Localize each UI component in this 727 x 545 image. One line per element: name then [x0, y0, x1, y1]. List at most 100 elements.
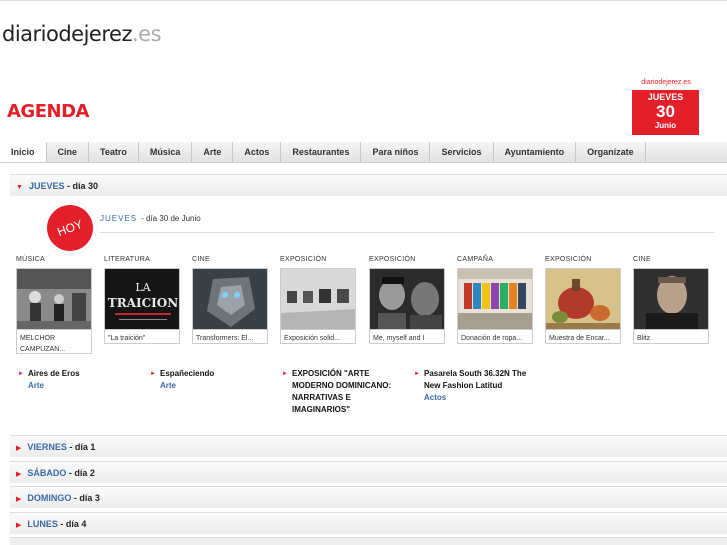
event-title[interactable]: ► Pasarela South 36.32N The New Fashion L… — [414, 368, 539, 392]
card-caption[interactable]: Transformers: El... — [192, 330, 268, 344]
card-item[interactable]: MÚSICA MELCHOR CAMPUZAN... — [16, 256, 94, 354]
day-number: - día 1 — [66, 442, 96, 452]
day-number: - día 4 — [57, 519, 87, 529]
event-title-text: EXPOSICIÓN "ARTE MODERNO DOMINICANO: NAR… — [292, 369, 392, 412]
date-widget-site: diariodejerez.es — [641, 79, 691, 86]
logo-main-text: diariodejerez — [2, 22, 132, 46]
tab-cine[interactable]: Cine — [47, 142, 90, 162]
day-row-sabado[interactable]: ▶ SÁBADO - día 2 — [10, 461, 727, 483]
today-date-line: JUEVES - día 30 de Junio — [100, 214, 714, 233]
card-category: CINE — [192, 256, 210, 263]
events-list: ► Aires de Eros Arte ► Españeciendo Arte ►… — [18, 368, 578, 412]
card-category: EXPOSICIÓN — [280, 256, 327, 263]
card-caption[interactable]: Me, myself and I — [369, 330, 445, 344]
day-name: VIERNES — [27, 442, 67, 452]
tab-teatro[interactable]: Teatro — [89, 142, 139, 162]
svg-text:TRAICION: TRAICION — [108, 296, 178, 310]
card-item[interactable]: EXPOSICIÓN Muestra de Encar... — [545, 256, 623, 344]
event-title-text: Españeciendo — [160, 369, 215, 378]
portrait-photo[interactable] — [369, 268, 445, 330]
event-section-link[interactable]: Actos — [414, 393, 539, 402]
card-category: CINE — [633, 256, 651, 263]
card-category: LITERATURA — [104, 256, 151, 263]
tab-ayuntamiento[interactable]: Ayuntamiento — [494, 142, 577, 162]
day-number: - día 30 — [64, 181, 98, 191]
card-item[interactable]: CINE Blitz — [633, 256, 711, 344]
day-row-domingo[interactable]: ▶ DOMINGO - día 3 — [10, 486, 727, 508]
tab-para-ninos[interactable]: Para niños — [361, 142, 431, 162]
tab-actos[interactable]: Actos — [233, 142, 282, 162]
card-caption[interactable]: Donación de ropa... — [457, 330, 533, 344]
event-section-link[interactable]: Arte — [150, 381, 275, 390]
event-item: ► Aires de Eros Arte — [18, 368, 143, 390]
event-section-link[interactable]: Arte — [18, 381, 143, 390]
event-title[interactable]: ► Aires de Eros — [18, 368, 143, 380]
day-name: SÁBADO — [27, 468, 67, 478]
card-item[interactable]: EXPOSICIÓN Me, myself and I — [369, 256, 447, 344]
clothes-store-photo[interactable] — [457, 268, 533, 330]
event-title[interactable]: ► Españeciendo — [150, 368, 275, 380]
event-item: ► Españeciendo Arte — [150, 368, 275, 390]
event-title-text: Aires de Eros — [28, 369, 80, 378]
day-row-lunes[interactable]: ▶ LUNES - día 4 — [10, 512, 727, 534]
logo-ext-text: .es — [131, 22, 162, 46]
book-cover-photo[interactable]: LA TRAICION — [104, 268, 180, 330]
day-number: - día 3 — [71, 493, 100, 503]
bullet-icon: ► — [18, 371, 24, 377]
tab-restaurantes[interactable]: Restaurantes — [281, 142, 362, 162]
day-name: DOMINGO — [27, 493, 72, 503]
triangle-right-icon: ▶ — [16, 496, 22, 503]
concert-photo[interactable] — [16, 268, 92, 330]
card-caption[interactable]: Blitz — [633, 330, 709, 344]
event-item: ► EXPOSICIÓN "ARTE MODERNO DOMINICANO: NA… — [282, 368, 407, 412]
day-row-today[interactable]: ▼ JUEVES - día 30 — [10, 174, 727, 196]
triangle-right-icon: ▶ — [16, 522, 22, 529]
card-caption[interactable]: MELCHOR CAMPUZAN... — [16, 330, 92, 354]
triangle-right-icon: ▶ — [16, 445, 22, 452]
date-day: 30 — [656, 102, 675, 121]
still-life-photo[interactable] — [545, 268, 621, 330]
tab-organizate[interactable]: Organízate — [576, 142, 646, 162]
tab-musica[interactable]: Música — [139, 142, 193, 162]
card-category: MÚSICA — [16, 256, 46, 263]
card-category: CAMPAÑA — [457, 256, 494, 263]
bottom-divider — [10, 537, 727, 545]
bullet-icon: ► — [414, 371, 420, 377]
card-category: EXPOSICIÓN — [545, 256, 592, 263]
hoy-badge: HOY — [40, 198, 100, 258]
today-line-text: - día 30 de Junio — [141, 214, 201, 223]
tab-inicio[interactable]: Inicio — [0, 142, 47, 162]
robot-movie-photo[interactable] — [192, 268, 268, 330]
card-item[interactable]: EXPOSICIÓN Exposición solid... — [280, 256, 358, 344]
day-number: - día 2 — [66, 468, 95, 478]
main-nav: Inicio Cine Teatro Música Arte Actos Res… — [0, 142, 727, 163]
agenda-title: AGENDA — [7, 101, 89, 122]
gallery-photo[interactable] — [280, 268, 356, 330]
card-item[interactable]: CINE Transformers: El... — [192, 256, 270, 344]
triangle-right-icon: ▶ — [16, 471, 22, 478]
card-item[interactable]: LITERATURA LA TRAICION "La traición" — [104, 256, 182, 344]
site-logo[interactable]: diariodejerez.es — [2, 22, 162, 46]
day-row-viernes[interactable]: ▶ VIERNES - día 1 — [10, 435, 727, 457]
card-item[interactable]: CAMPAÑA Donación de ropa... — [457, 256, 535, 344]
svg-text:LA: LA — [135, 281, 151, 294]
card-caption[interactable]: Muestra de Encar... — [545, 330, 621, 344]
event-item: ► Pasarela South 36.32N The New Fashion L… — [414, 368, 539, 402]
event-title[interactable]: ► EXPOSICIÓN "ARTE MODERNO DOMINICANO: NA… — [282, 368, 407, 412]
actor-photo[interactable] — [633, 268, 709, 330]
top-divider — [0, 0, 727, 1]
tab-servicios[interactable]: Servicios — [430, 142, 494, 162]
today-line-day: JUEVES — [100, 214, 138, 223]
date-month: Junio — [654, 121, 677, 130]
card-caption[interactable]: "La traición" — [104, 330, 180, 344]
date-widget: JUEVES 30 Junio — [632, 90, 699, 135]
card-category: EXPOSICIÓN — [369, 256, 416, 263]
triangle-down-icon: ▼ — [16, 184, 23, 191]
day-name: LUNES — [27, 519, 58, 529]
tab-arte[interactable]: Arte — [192, 142, 234, 162]
featured-cards: MÚSICA MELCHOR CAMPUZAN... LITERATURA LA… — [16, 256, 716, 356]
bullet-icon: ► — [150, 371, 156, 377]
event-title-text: Pasarela South 36.32N The New Fashion La… — [424, 369, 527, 390]
card-caption[interactable]: Exposición solid... — [280, 330, 356, 344]
bullet-icon: ► — [282, 371, 288, 377]
